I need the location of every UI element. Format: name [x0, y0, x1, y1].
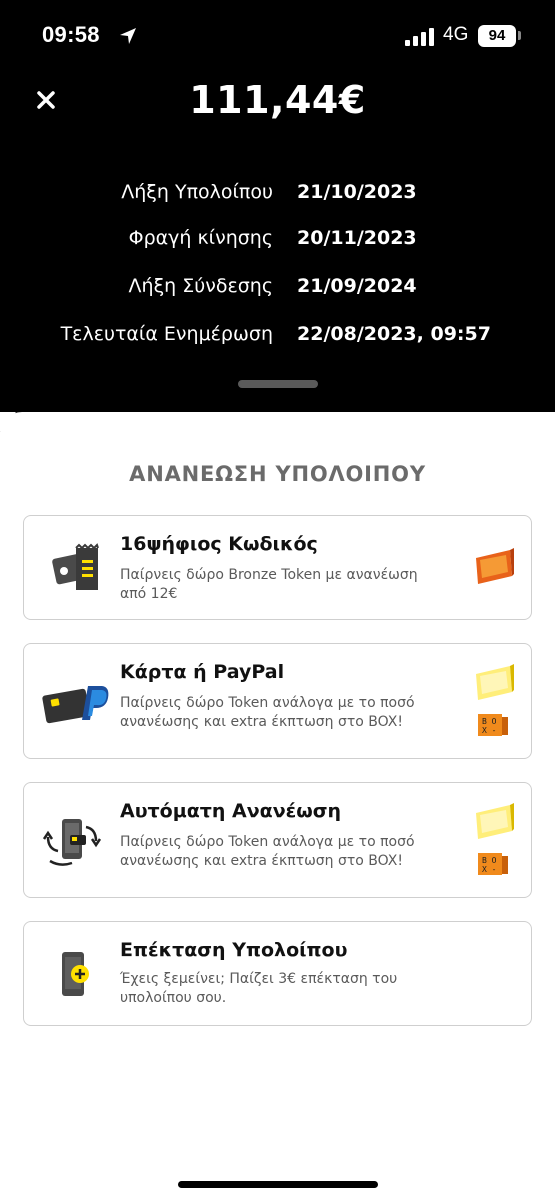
extend-balance-icon [62, 952, 89, 996]
option-title: Επέκταση Υπολοίπου [120, 939, 348, 961]
svg-text:X -: X - [482, 726, 496, 735]
home-indicator [178, 1181, 378, 1188]
card-paypal-icon [42, 686, 109, 724]
option-extend-balance[interactable]: Επέκταση Υπολοίπου Έχεις ξεμείνει; Παίζε… [23, 921, 532, 1026]
option-auto-renew[interactable]: Αυτόματη Ανανέωση Παίρνεις δώρο Token αν… [23, 782, 532, 898]
status-time: 09:58 [42, 22, 100, 47]
info-value: 22/08/2023, 09:57 [297, 323, 491, 345]
gold-token-icon [476, 664, 514, 700]
svg-text:B O: B O [482, 717, 497, 726]
option-card-paypal[interactable]: Κάρτα ή PayPal Παίρνεις δώρο Token ανάλο… [23, 643, 532, 759]
section-title: ΑΝΑΝΕΩΣΗ ΥΠΟΛΟΙΠΟΥ [129, 462, 426, 486]
box-icon: B O X - [478, 853, 508, 875]
box-icon: B O X - [478, 714, 508, 736]
gold-token-icon [476, 803, 514, 839]
option-title: Κάρτα ή PayPal [120, 661, 285, 683]
status-bar: 09:58 4G 94 [0, 0, 555, 70]
battery-level: 94 [488, 27, 506, 44]
network-type: 4G [443, 24, 469, 45]
voucher-code-icon [52, 543, 99, 590]
option-description: Παίρνεις δώρο Token ανάλογα με το ποσό α… [120, 695, 415, 730]
option-16-digit-code[interactable]: 16ψήφιος Κωδικός Παίρνεις δώρο Bronze To… [23, 515, 532, 620]
option-description: Παίρνεις δώρο Bronze Token με ανανέωση α… [120, 567, 418, 602]
info-value: 21/09/2024 [297, 275, 417, 297]
option-description: Παίρνεις δώρο Token ανάλογα με το ποσό α… [120, 834, 415, 869]
auto-renew-icon [42, 819, 102, 866]
info-value: 21/10/2023 [297, 181, 417, 203]
info-value: 20/11/2023 [297, 227, 417, 249]
info-label: Λήξη Σύνδεσης [128, 275, 273, 297]
info-row-last-update: Τελευταία Ενημέρωση 22/08/2023, 09:57 [0, 323, 555, 353]
option-description: Έχεις ξεμείνει; Παίζει 3€ επέκταση του υ… [120, 971, 398, 1006]
info-row-balance-expiry: Λήξη Υπολοίπου 21/10/2023 [0, 181, 555, 211]
info-label: Λήξη Υπολοίπου [121, 181, 273, 203]
option-title: Αυτόματη Ανανέωση [120, 800, 342, 822]
battery-tip [518, 31, 521, 40]
location-arrow-icon [120, 28, 136, 44]
svg-text:X -: X - [482, 865, 496, 874]
battery-icon: 94 [478, 25, 516, 47]
cellular-signal-icon [405, 28, 434, 46]
svg-text:B O: B O [482, 856, 497, 865]
balance-amount: 111,44€ [189, 78, 366, 122]
info-label: Φραγή κίνησης [128, 227, 273, 249]
sheet-notch [0, 412, 16, 432]
drag-handle[interactable] [238, 380, 318, 388]
bronze-token-icon [476, 548, 514, 584]
info-row-connection-expiry: Λήξη Σύνδεσης 21/09/2024 [0, 275, 555, 305]
info-row-traffic-block: Φραγή κίνησης 20/11/2023 [0, 227, 555, 257]
option-title: 16ψήφιος Κωδικός [120, 533, 318, 555]
info-label: Τελευταία Ενημέρωση [60, 323, 273, 345]
header-panel: 09:58 4G 94 111,44€ Λήξη Υπολοίπου 21/10… [0, 0, 555, 432]
